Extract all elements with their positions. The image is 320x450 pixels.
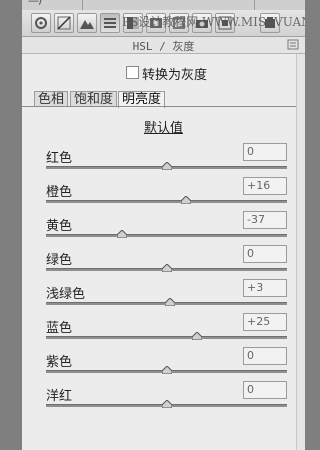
top-fragment: —/ bbox=[28, 0, 43, 7]
slider-label: 黄色 bbox=[46, 219, 73, 234]
slider-thumb[interactable] bbox=[116, 230, 127, 238]
detail-icon[interactable] bbox=[77, 13, 97, 33]
hsl-panel: —/ PS设计教程网 WWW.MISSVUA HSL / 灰度 转换为灰度 色相… bbox=[22, 0, 305, 450]
slider-row-blue: 蓝色 +25 bbox=[22, 313, 305, 350]
slider-row-green: 绿色 0 bbox=[22, 245, 305, 282]
panel-menu-icon[interactable] bbox=[287, 39, 299, 50]
slider-label: 紫色 bbox=[46, 355, 73, 370]
panel-title-bar: HSL / 灰度 bbox=[22, 37, 305, 54]
slider-value-field[interactable]: +16 bbox=[243, 177, 287, 195]
slider-row-red: 红色 0 bbox=[22, 143, 305, 180]
hsl-tabs: 色相 饱和度 明亮度 bbox=[22, 91, 305, 108]
slider-value-field[interactable]: -37 bbox=[243, 211, 287, 229]
grayscale-checkbox[interactable] bbox=[126, 66, 139, 79]
slider-thumb[interactable] bbox=[161, 264, 172, 272]
slider-row-aqua: 浅绿色 +3 bbox=[22, 279, 305, 316]
tone-curve-icon[interactable] bbox=[54, 13, 74, 33]
panel-title: HSL / 灰度 bbox=[22, 38, 305, 54]
strip-divider bbox=[82, 0, 83, 10]
slider-row-magenta: 洋红 0 bbox=[22, 381, 305, 418]
slider-value-field[interactable]: 0 bbox=[243, 381, 287, 399]
slider-label: 橙色 bbox=[46, 185, 73, 200]
slider-label: 绿色 bbox=[46, 253, 73, 268]
slider-label: 蓝色 bbox=[46, 321, 73, 336]
hsl-icon[interactable] bbox=[100, 13, 120, 33]
slider-value-field[interactable]: +25 bbox=[243, 313, 287, 331]
slider-track[interactable] bbox=[46, 234, 287, 237]
slider-row-yellow: 黄色 -37 bbox=[22, 211, 305, 248]
slider-track[interactable] bbox=[46, 200, 287, 203]
tab-divider bbox=[22, 106, 305, 107]
slider-row-purple: 紫色 0 bbox=[22, 347, 305, 384]
slider-track[interactable] bbox=[46, 336, 287, 339]
slider-thumb[interactable] bbox=[191, 332, 202, 340]
slider-thumb[interactable] bbox=[161, 366, 172, 374]
watermark: PS设计教程网 WWW.MISSVUAN.NET bbox=[122, 15, 305, 29]
slider-label: 红色 bbox=[46, 151, 73, 166]
slider-label: 洋红 bbox=[46, 389, 73, 404]
slider-thumb[interactable] bbox=[161, 162, 172, 170]
default-link: 默认值 bbox=[22, 117, 305, 136]
slider-label: 浅绿色 bbox=[46, 287, 86, 302]
scrollbar[interactable] bbox=[296, 54, 305, 450]
slider-thumb[interactable] bbox=[165, 298, 176, 306]
basic-icon[interactable] bbox=[31, 13, 51, 33]
tab-hue[interactable]: 色相 bbox=[34, 91, 69, 107]
slider-value-field[interactable]: +3 bbox=[243, 279, 287, 297]
slider-value-field[interactable]: 0 bbox=[243, 347, 287, 365]
slider-thumb[interactable] bbox=[180, 196, 191, 204]
slider-row-orange: 橙色 +16 bbox=[22, 177, 305, 214]
panel-title-suffix: 灰度 bbox=[172, 40, 195, 53]
slider-value-field[interactable]: 0 bbox=[243, 143, 287, 161]
grayscale-label: 转换为灰度 bbox=[142, 68, 208, 83]
panel-title-prefix: HSL / bbox=[132, 40, 173, 53]
strip-divider bbox=[254, 0, 255, 10]
slider-value-field[interactable]: 0 bbox=[243, 245, 287, 263]
default-button[interactable]: 默认值 bbox=[144, 121, 183, 136]
slider-thumb[interactable] bbox=[161, 400, 172, 408]
tab-saturation[interactable]: 饱和度 bbox=[70, 91, 118, 107]
